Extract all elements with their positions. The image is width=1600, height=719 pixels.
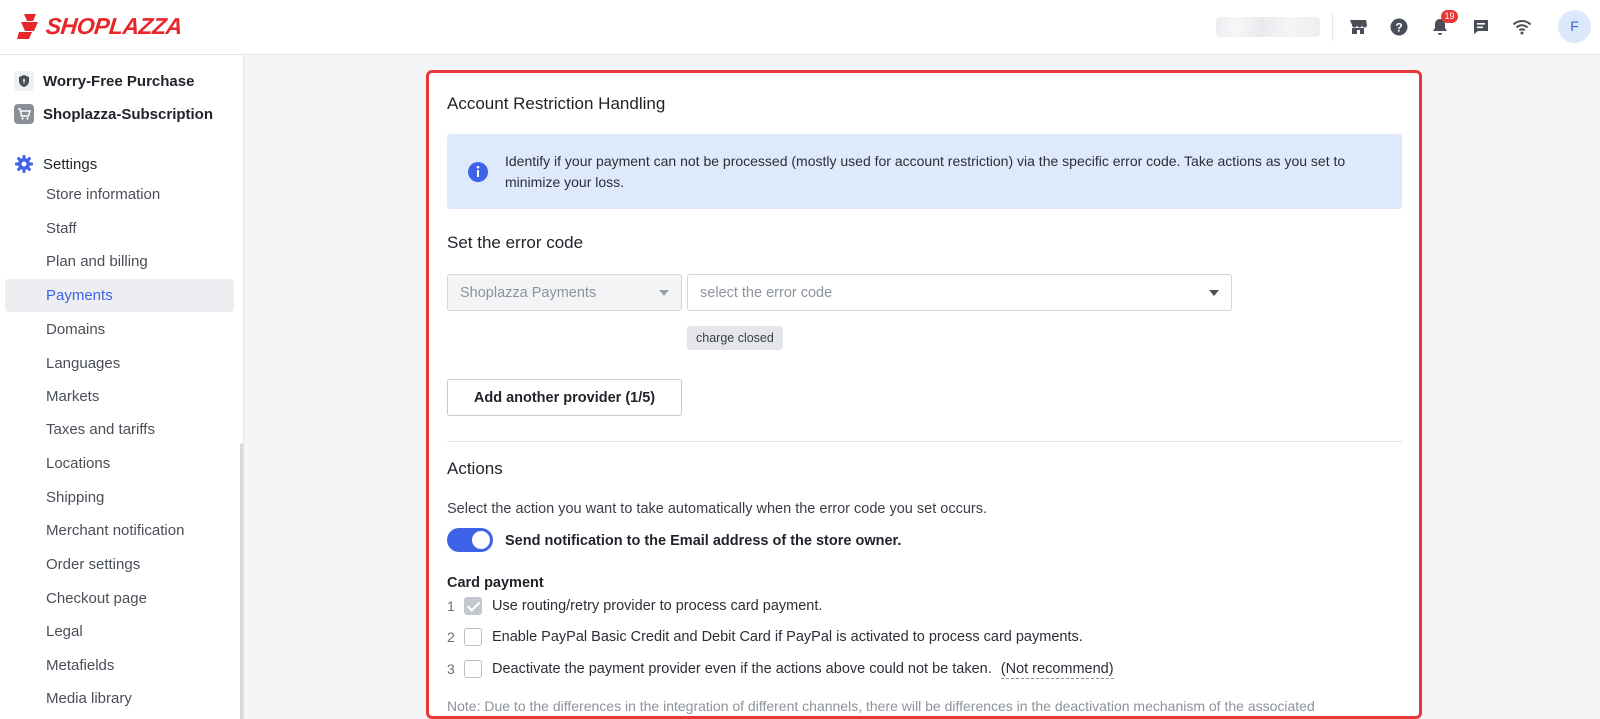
option-number: 3 — [447, 661, 455, 677]
sidebar: Worry-Free Purchase Shoplazza-Subscripti… — [0, 55, 244, 719]
info-banner: Identify if your payment can not be proc… — [447, 134, 1402, 209]
sidebar-item-checkout-page[interactable]: Checkout page — [5, 582, 234, 615]
sidebar-item-store-information[interactable]: Store information — [5, 178, 234, 211]
sidebar-item-label: Merchant notification — [46, 522, 185, 539]
notification-badge: 19 — [1441, 10, 1458, 23]
notify-owner-toggle[interactable] — [447, 528, 493, 552]
shoplazza-logo-icon — [17, 14, 38, 39]
sidebar-app-label: Shoplazza-Subscription — [43, 105, 214, 123]
sidebar-item-label: Legal — [46, 623, 83, 640]
sidebar-item-label: Metafields — [46, 657, 115, 674]
error-code-title: Set the error code — [447, 233, 584, 252]
option-label: Use routing/retry provider to process ca… — [492, 598, 823, 614]
sidebar-item-label: Languages — [46, 355, 121, 372]
error-code-placeholder: select the error code — [700, 284, 833, 301]
top-bar: SHOPLAZZA ? 19 F — [0, 0, 1600, 55]
divider — [1332, 13, 1333, 41]
subscription-cart-icon — [14, 104, 34, 124]
wifi-icon[interactable] — [1509, 14, 1535, 40]
info-text: Identify if your payment can not be proc… — [505, 153, 1346, 190]
chat-icon[interactable] — [1468, 14, 1494, 40]
add-provider-button[interactable]: Add another provider (1/5) — [447, 379, 682, 416]
sidebar-item-payments[interactable]: Payments — [5, 279, 234, 312]
card-payment-title: Card payment — [447, 575, 544, 591]
divider — [447, 441, 1402, 442]
sidebar-item-label: Markets — [46, 388, 100, 405]
svg-text:?: ? — [1395, 21, 1402, 35]
sidebar-item-label: Payments — [46, 287, 113, 304]
sidebar-item-label: Domains — [46, 321, 106, 338]
logo[interactable]: SHOPLAZZA — [16, 12, 184, 40]
sidebar-item-merchant-notification[interactable]: Merchant notification — [5, 514, 234, 547]
sidebar-item-legal[interactable]: Legal — [5, 615, 234, 648]
card-option-3: 3 Deactivate the payment provider even i… — [447, 658, 1114, 680]
sidebar-item-label: Media library — [46, 690, 132, 707]
store-icon[interactable] — [1345, 14, 1371, 40]
notify-owner-label: Send notification to the Email address o… — [505, 533, 902, 549]
sidebar-app-label: Worry-Free Purchase — [43, 72, 195, 90]
sidebar-settings-label: Settings — [43, 155, 98, 173]
option-label: Deactivate the payment provider even if … — [492, 661, 992, 677]
actions-description: Select the action you want to take autom… — [447, 501, 988, 517]
sidebar-item-metafields[interactable]: Metafields — [5, 649, 234, 682]
store-name-redacted[interactable] — [1216, 17, 1320, 37]
sidebar-item-order-settings[interactable]: Order settings — [5, 548, 234, 581]
section-title: Account Restriction Handling — [447, 94, 666, 113]
sidebar-item-locations[interactable]: Locations — [5, 447, 234, 480]
card-option-1: 1 Use routing/retry provider to process … — [447, 595, 822, 617]
avatar[interactable]: F — [1558, 10, 1591, 43]
bell-icon[interactable]: 19 — [1427, 10, 1458, 40]
info-icon — [468, 162, 488, 182]
help-icon[interactable]: ? — [1386, 14, 1412, 40]
sidebar-app-worry-free-purchase[interactable]: Worry-Free Purchase — [14, 69, 194, 93]
gear-icon — [15, 155, 33, 173]
account-restriction-panel: Account Restriction Handling Identify if… — [426, 70, 1422, 719]
sidebar-item-markets[interactable]: Markets — [5, 380, 234, 413]
logo-text: SHOPLAZZA — [44, 12, 184, 39]
sidebar-settings[interactable]: Settings — [14, 154, 97, 174]
sidebar-item-shipping[interactable]: Shipping — [5, 481, 234, 514]
error-code-select[interactable]: select the error code — [687, 274, 1232, 311]
sidebar-item-plan-and-billing[interactable]: Plan and billing — [5, 245, 234, 278]
sidebar-item-label: Checkout page — [46, 590, 147, 607]
sidebar-scrollbar[interactable] — [240, 443, 243, 719]
sidebar-item-label: Taxes and tariffs — [46, 421, 155, 438]
actions-title: Actions — [447, 459, 503, 478]
sidebar-item-taxes-and-tariffs[interactable]: Taxes and tariffs — [5, 413, 234, 446]
sidebar-item-label: Plan and billing — [46, 253, 148, 270]
sidebar-item-languages[interactable]: Languages — [5, 347, 234, 380]
chevron-down-icon — [659, 290, 669, 296]
option-label: Enable PayPal Basic Credit and Debit Car… — [492, 629, 1083, 645]
sidebar-item-domains[interactable]: Domains — [5, 313, 234, 346]
error-code-chip[interactable]: charge closed — [687, 326, 783, 350]
option-checkbox[interactable] — [464, 660, 482, 678]
option-checkbox[interactable] — [464, 597, 482, 615]
option-number: 2 — [447, 629, 455, 645]
option-number: 1 — [447, 598, 455, 614]
option-checkbox[interactable] — [464, 628, 482, 646]
sidebar-item-staff[interactable]: Staff — [5, 212, 234, 245]
provider-select[interactable]: Shoplazza Payments — [447, 274, 682, 311]
sidebar-item-label: Shipping — [46, 489, 105, 506]
deactivation-note: Note: Due to the differences in the inte… — [447, 698, 1315, 714]
not-recommend-hint[interactable]: (Not recommend) — [1000, 660, 1114, 679]
sidebar-item-label: Order settings — [46, 556, 141, 573]
chevron-down-icon — [1209, 290, 1219, 296]
card-option-2: 2 Enable PayPal Basic Credit and Debit C… — [447, 626, 1083, 648]
sidebar-item-media-library[interactable]: Media library — [5, 682, 234, 715]
sidebar-item-label: Staff — [46, 220, 77, 237]
sidebar-item-label: Store information — [46, 186, 161, 203]
provider-select-value: Shoplazza Payments — [460, 284, 597, 301]
sidebar-item-label: Locations — [46, 455, 111, 472]
sidebar-app-shoplazza-subscription[interactable]: Shoplazza-Subscription — [14, 102, 213, 126]
shield-icon — [14, 71, 34, 91]
